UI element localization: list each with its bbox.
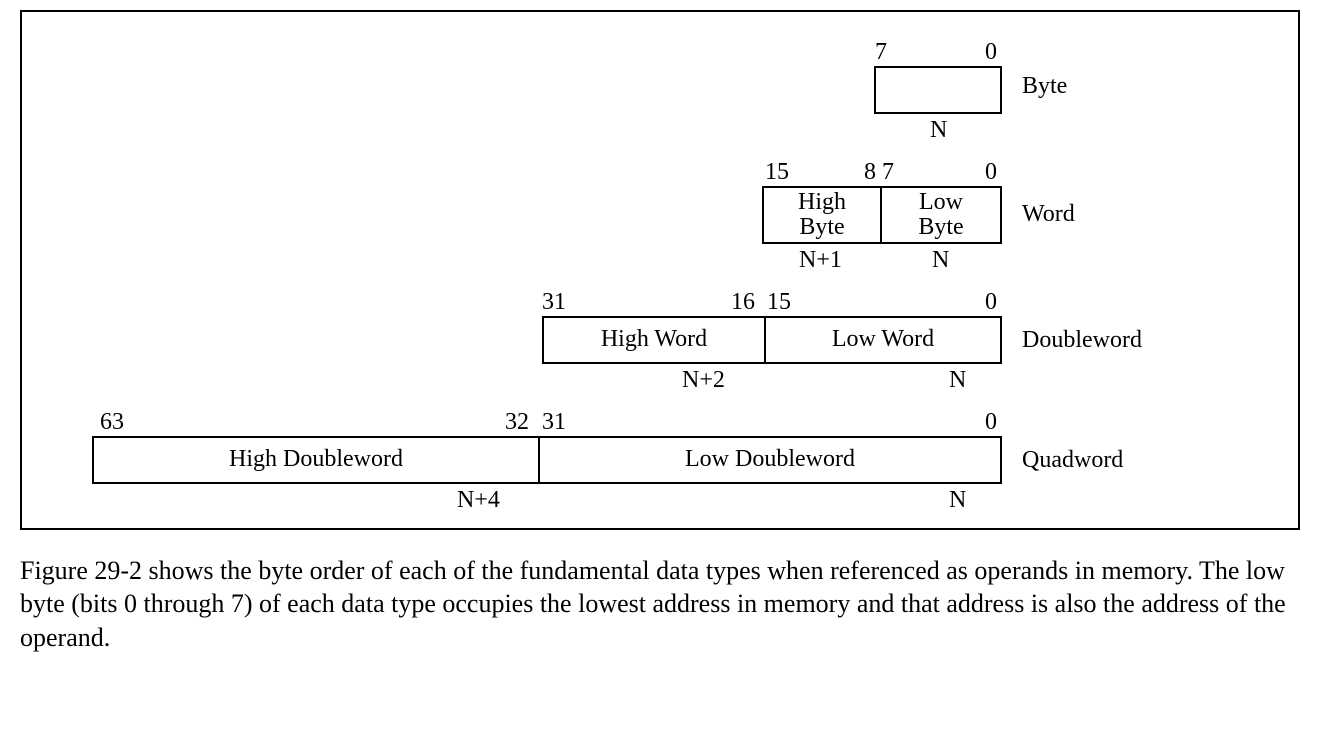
byte-bit-0: 0 — [985, 40, 997, 64]
word-high-byte-label: HighByte — [798, 190, 846, 240]
word-low-byte-box: LowByte — [880, 186, 1002, 244]
qword-addr-low: N — [949, 488, 966, 512]
byte-label: Byte — [1022, 74, 1067, 98]
dword-bit-16: 16 — [731, 290, 755, 314]
byte-bit-7: 7 — [875, 40, 887, 64]
word-bit-0: 0 — [985, 160, 997, 184]
qword-bit-32: 32 — [505, 410, 529, 434]
dword-bit-15: 15 — [767, 290, 791, 314]
qword-bit-0: 0 — [985, 410, 997, 434]
dword-addr-high: N+2 — [682, 368, 725, 392]
qword-high-dword-box: High Doubleword — [92, 436, 540, 484]
word-high-byte-box: HighByte — [762, 186, 882, 244]
word-bit-7: 7 — [882, 160, 894, 184]
word-addr-high: N+1 — [799, 248, 842, 272]
qword-label: Quadword — [1022, 448, 1123, 472]
word-label: Word — [1022, 202, 1075, 226]
qword-addr-high: N+4 — [457, 488, 500, 512]
dword-label: Doubleword — [1022, 328, 1142, 352]
qword-bit-63: 63 — [100, 410, 124, 434]
dword-low-word-box: Low Word — [764, 316, 1002, 364]
dword-bit-31: 31 — [542, 290, 566, 314]
qword-low-dword-box: Low Doubleword — [538, 436, 1002, 484]
dword-addr-low: N — [949, 368, 966, 392]
byte-addr-n: N — [930, 118, 947, 142]
dword-high-word-box: High Word — [542, 316, 766, 364]
word-addr-low: N — [932, 248, 949, 272]
dword-bit-0: 0 — [985, 290, 997, 314]
qword-bit-31: 31 — [542, 410, 566, 434]
qword-low-dword-label: Low Doubleword — [685, 447, 855, 472]
word-low-byte-label: LowByte — [918, 190, 963, 240]
diagram-frame: 7 0 Byte N 15 8 7 0 HighByte LowByte Wor… — [20, 10, 1300, 530]
byte-box — [874, 66, 1002, 114]
qword-high-dword-label: High Doubleword — [229, 447, 403, 472]
dword-high-word-label: High Word — [601, 327, 707, 352]
word-bit-8: 8 — [864, 160, 876, 184]
word-bit-15: 15 — [765, 160, 789, 184]
figure-caption: Figure 29-2 shows the byte order of each… — [20, 554, 1300, 654]
dword-low-word-label: Low Word — [832, 327, 934, 352]
